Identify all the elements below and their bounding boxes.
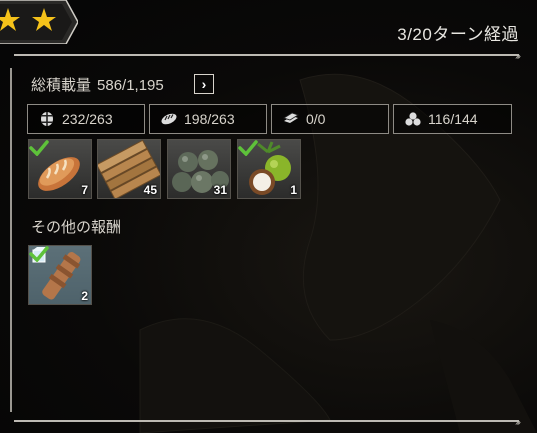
check-icon: [29, 140, 49, 156]
stat-value: 116/144: [428, 111, 478, 127]
item-quantity: 2: [81, 289, 88, 303]
cargo-item-lumber[interactable]: 45: [97, 139, 161, 199]
stat-bread: 198/263: [149, 104, 267, 134]
item-quantity: 7: [81, 183, 88, 197]
cargo-item-coconut[interactable]: 1: [237, 139, 301, 199]
stat-barrel: 232/263: [27, 104, 145, 134]
capacity-label: 総積載量: [31, 77, 92, 94]
item-quantity: 1: [290, 183, 297, 197]
left-border-line: [10, 68, 12, 412]
item-quantity: 45: [143, 183, 157, 197]
divider-arrows-icon: ›››: [515, 417, 521, 428]
footer-divider: [14, 420, 519, 422]
capacity-detail-button[interactable]: ›: [194, 74, 214, 94]
total-capacity: 総積載量 586/1,195: [31, 74, 164, 95]
other-rewards-label: その他の報酬: [31, 219, 122, 236]
reward-item-torch[interactable]: 2: [28, 245, 92, 305]
ore-cluster-icon: [404, 110, 422, 128]
stat-value: 198/263: [184, 111, 235, 127]
cargo-item-bread[interactable]: 7: [28, 139, 92, 199]
turn-progress-text: 3/20ターン経過: [397, 25, 519, 44]
stat-cloth: 0/0: [271, 104, 389, 134]
stat-value: 232/263: [62, 111, 113, 127]
header-divider: [14, 54, 519, 56]
item-quantity: 31: [213, 183, 227, 197]
bread-icon: [160, 110, 178, 128]
barrel-icon: [38, 110, 56, 128]
capacity-value: 586/1,195: [97, 77, 164, 94]
divider-arrows-icon: ›››: [515, 51, 521, 62]
cargo-item-stones[interactable]: 31: [167, 139, 231, 199]
check-icon: [29, 246, 49, 262]
rank-star-badge: [0, 0, 78, 44]
stat-ore: 116/144: [393, 104, 512, 134]
stat-value: 0/0: [306, 111, 326, 127]
check-icon: [238, 140, 258, 156]
cloth-stack-icon: [282, 110, 300, 128]
